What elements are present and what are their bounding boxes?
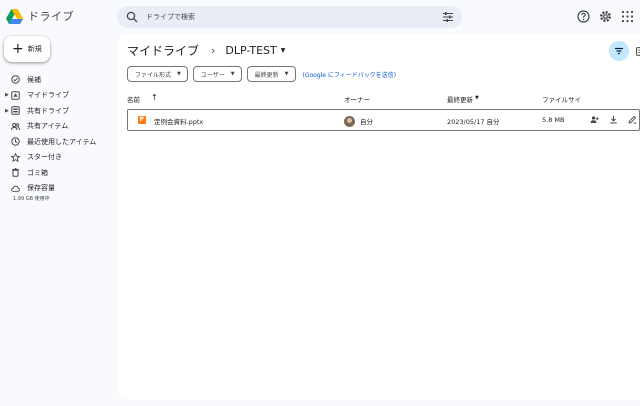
avatar [344, 116, 355, 127]
sidebar-item-label: マイドライブ [27, 91, 69, 100]
feedback-link[interactable]: (Google にフィードバックを送信) [303, 70, 397, 79]
rename-edit-icon[interactable] [628, 115, 637, 124]
sidebar-item-shared-drives[interactable]: ▶ 共有ドライブ [0, 103, 116, 119]
row-actions [590, 115, 637, 124]
sort-arrow-up-icon[interactable]: ↑ [151, 93, 158, 102]
expand-caret-icon[interactable]: ▶ [5, 108, 9, 114]
table-row[interactable]: 定例会資料.pptx 自分 2023/05/17 自分 5.8 MB [127, 109, 640, 131]
table-header: 名前 ↑ オーナー 最終更新 ▼ ファイルサイ [127, 93, 640, 106]
people-filter-chip[interactable]: ユーザー ▼ [192, 66, 242, 82]
breadcrumb: マイドライブ › DLP-TEST ▼ [127, 42, 285, 59]
clock-icon [11, 137, 20, 146]
sidebar-item-label: スター付き [27, 153, 62, 162]
header-actions [577, 10, 634, 23]
filter-chips: ファイル形式 ▼ ユーザー ▼ 最終更新 ▼ (Google にフィードバックを… [127, 66, 396, 82]
main-panel: マイドライブ › DLP-TEST ▼ ファイル形式 ▼ ユーザー ▼ 最終更新… [117, 34, 640, 400]
column-header-size: ファイルサイ [542, 96, 581, 104]
apps-grid-icon[interactable] [621, 10, 634, 23]
file-size: 5.8 MB [542, 116, 565, 124]
breadcrumb-separator-icon: › [211, 44, 216, 57]
sidebar-item-label: 最近使用したアイテム [27, 137, 97, 146]
sidebar-item-shared-with-me[interactable]: 共有アイテム [0, 119, 116, 135]
column-header-modified[interactable]: 最終更新 [447, 94, 473, 104]
trash-icon [12, 168, 19, 177]
modified-filter-chip[interactable]: 最終更新 ▼ [246, 66, 296, 82]
search-options-icon[interactable] [442, 11, 454, 23]
chevron-down-icon: ▼ [284, 71, 289, 77]
breadcrumb-current[interactable]: DLP-TEST [225, 44, 276, 57]
check-circle-icon [11, 75, 20, 84]
filter-icon [615, 47, 623, 55]
sidebar-item-label: 共有アイテム [27, 122, 69, 131]
people-icon [11, 122, 20, 130]
chevron-down-icon[interactable]: ▼ [281, 47, 286, 54]
breadcrumb-root[interactable]: マイドライブ [127, 42, 199, 59]
download-icon[interactable] [609, 115, 618, 124]
search-bar [117, 6, 462, 28]
pptx-file-icon [138, 116, 146, 124]
chip-label: ファイル形式 [135, 71, 172, 79]
sort-down-icon[interactable]: ▼ [475, 95, 479, 101]
my-drive-icon [11, 90, 20, 100]
drive-logo-icon [6, 8, 23, 24]
drive-logo[interactable]: ドライブ [6, 8, 74, 24]
storage-usage-text: 1.99 GB 使用中 [13, 196, 50, 202]
file-owner: 自分 [360, 118, 373, 126]
sidebar-item-label: 共有ドライブ [27, 106, 69, 115]
file-type-filter-chip[interactable]: ファイル形式 ▼ [127, 66, 188, 82]
chevron-down-icon: ▼ [230, 71, 235, 77]
sidebar-item-label: ゴミ箱 [27, 168, 48, 177]
star-icon [11, 152, 20, 162]
settings-gear-icon[interactable] [599, 10, 612, 23]
help-icon[interactable] [577, 10, 590, 23]
view-details-icon[interactable] [636, 47, 640, 56]
sidebar-item-storage[interactable]: 保存容量 [0, 181, 116, 197]
search-input[interactable] [146, 8, 426, 26]
chevron-down-icon: ▼ [177, 71, 181, 77]
top-bar: ドライブ [0, 0, 640, 34]
new-button-label: 新規 [27, 45, 42, 53]
expand-caret-icon[interactable]: ▶ [5, 92, 9, 98]
chip-label: 最終更新 [254, 71, 279, 79]
sidebar-item-starred[interactable]: スター付き [0, 150, 116, 166]
search-icon[interactable] [126, 11, 138, 23]
sidebar-item-suggested[interactable]: 候補 [0, 72, 116, 88]
sidebar-item-label: 保存容量 [27, 184, 55, 193]
file-modified: 2023/05/17 自分 [447, 118, 500, 126]
chip-label: ユーザー [200, 71, 225, 79]
file-name: 定例会資料.pptx [154, 118, 204, 126]
app-name: ドライブ [28, 10, 74, 23]
plus-icon: + [12, 41, 24, 57]
shared-drive-icon [11, 106, 20, 115]
sidebar-item-label: 候補 [27, 75, 41, 84]
new-button[interactable]: + 新規 [4, 36, 50, 62]
share-person-add-icon[interactable] [590, 115, 599, 124]
sidebar-item-recent[interactable]: 最近使用したアイテム [0, 134, 116, 150]
filter-toggle-button[interactable] [609, 41, 629, 61]
sidebar-nav: 候補 ▶ マイドライブ ▶ 共有ドライブ 共有アイテム 最近使用したアイテム ス… [0, 72, 116, 196]
column-header-name[interactable]: 名前 [127, 94, 140, 104]
sidebar-item-trash[interactable]: ゴミ箱 [0, 165, 116, 181]
sidebar-item-my-drive[interactable]: ▶ マイドライブ [0, 88, 116, 104]
cloud-icon [11, 185, 20, 192]
column-header-owner: オーナー [344, 96, 370, 104]
